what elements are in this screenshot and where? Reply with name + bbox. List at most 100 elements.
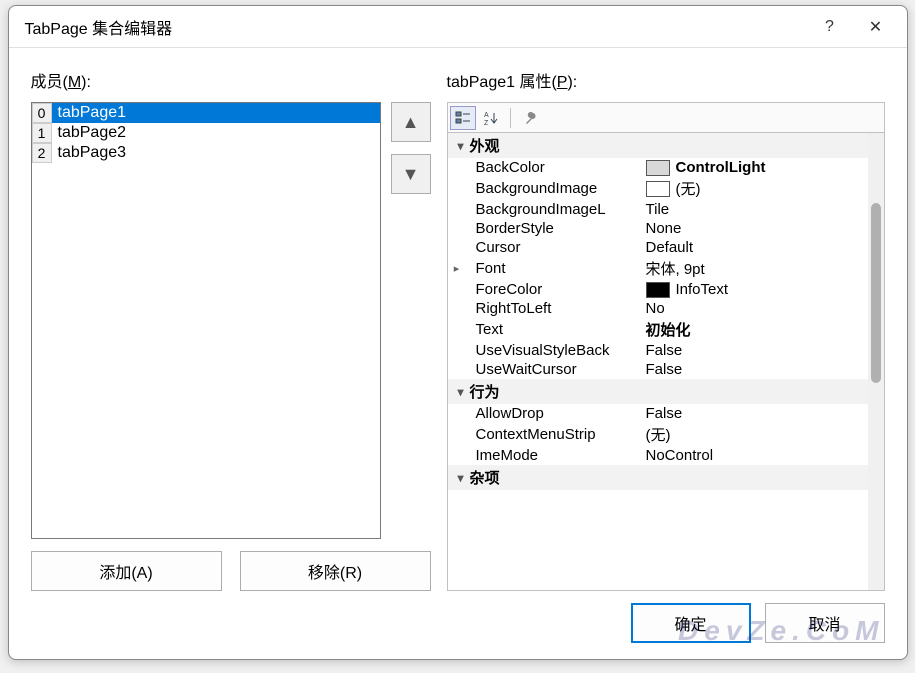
property-value[interactable]: Default (646, 239, 868, 256)
property-value[interactable]: (无) (646, 424, 868, 445)
property-name: UseVisualStyleBack (466, 342, 646, 359)
property-row[interactable]: CursorDefault (448, 238, 868, 257)
category-label: 行为 (470, 381, 500, 402)
chevron-down-icon: ▾ (452, 385, 470, 399)
properties-label: tabPage1 属性(P): (447, 68, 885, 92)
property-value-text: ControlLight (676, 159, 766, 176)
scrollbar[interactable] (868, 133, 884, 590)
dialog-content: 成员(M): 0tabPage11tabPage22tabPage3 ▲ ▼ 添… (9, 48, 907, 599)
color-swatch (646, 282, 670, 298)
property-value[interactable]: No (646, 300, 868, 317)
remove-button[interactable]: 移除(R) (240, 551, 431, 591)
property-name: BackgroundImageL (466, 201, 646, 218)
help-button[interactable]: ? (807, 11, 853, 43)
property-value[interactable]: 初始化 (646, 319, 868, 340)
ok-button[interactable]: 确定 (631, 603, 751, 643)
property-row[interactable]: BackColor ControlLight (448, 158, 868, 177)
property-name: AllowDrop (466, 405, 646, 422)
property-value[interactable]: False (646, 405, 868, 422)
property-value-text: InfoText (676, 281, 729, 298)
property-name: Cursor (466, 239, 646, 256)
property-name: Font (466, 260, 646, 277)
property-row[interactable]: RightToLeftNo (448, 299, 868, 318)
list-index: 1 (32, 123, 52, 143)
property-toolbar: AZ (447, 102, 885, 132)
cancel-button[interactable]: 取消 (765, 603, 885, 643)
svg-text:A: A (484, 112, 489, 119)
property-row[interactable]: Text初始化 (448, 318, 868, 341)
list-item[interactable]: 1tabPage2 (32, 123, 380, 143)
property-scroll-area[interactable]: ▾外观BackColor ControlLightBackgroundImage(… (448, 133, 868, 590)
svg-text:Z: Z (484, 120, 489, 126)
property-value[interactable]: InfoText (646, 281, 868, 298)
property-value[interactable]: Tile (646, 201, 868, 218)
list-item-label: tabPage1 (52, 103, 380, 123)
property-category[interactable]: ▾外观 (448, 133, 868, 158)
list-item[interactable]: 2tabPage3 (32, 143, 380, 163)
reorder-buttons: ▲ ▼ (391, 102, 431, 539)
chevron-down-icon: ▾ (452, 471, 470, 485)
property-category[interactable]: ▾行为 (448, 379, 868, 404)
property-value-text: False (646, 361, 683, 378)
scrollbar-thumb[interactable] (871, 203, 881, 383)
members-row: 0tabPage11tabPage22tabPage3 ▲ ▼ (31, 102, 431, 539)
move-down-button[interactable]: ▼ (391, 154, 431, 194)
property-name: ForeColor (466, 281, 646, 298)
dialog-footer: 确定 取消 DevZe.CoM (9, 599, 907, 659)
property-value-text: 宋体, 9pt (646, 258, 705, 279)
members-listbox[interactable]: 0tabPage11tabPage22tabPage3 (31, 102, 381, 539)
property-value[interactable]: (无) (646, 178, 868, 199)
property-name: BackColor (466, 159, 646, 176)
properties-panel: tabPage1 属性(P): AZ ▾外观BackColor ControlLi… (447, 68, 885, 591)
property-value-text: False (646, 405, 683, 422)
property-row[interactable]: UseWaitCursorFalse (448, 360, 868, 379)
property-value-text: Tile (646, 201, 670, 218)
property-value-text: 初始化 (646, 319, 691, 340)
arrow-up-icon: ▲ (402, 112, 420, 133)
property-row[interactable]: AllowDropFalse (448, 404, 868, 423)
property-value-text: (无) (676, 178, 701, 199)
property-value-text: False (646, 342, 683, 359)
property-value-text: Default (646, 239, 694, 256)
property-value-text: NoControl (646, 447, 714, 464)
close-button[interactable]: ✕ (853, 11, 899, 43)
property-name: RightToLeft (466, 300, 646, 317)
move-up-button[interactable]: ▲ (391, 102, 431, 142)
property-row[interactable]: ForeColor InfoText (448, 280, 868, 299)
titlebar: TabPage 集合编辑器 ? ✕ (9, 6, 907, 48)
property-row[interactable]: ▸Font宋体, 9pt (448, 257, 868, 280)
list-index: 2 (32, 143, 52, 163)
list-item-label: tabPage2 (52, 123, 380, 143)
property-grid: ▾外观BackColor ControlLightBackgroundImage(… (447, 132, 885, 591)
property-row[interactable]: ContextMenuStrip(无) (448, 423, 868, 446)
property-value[interactable]: False (646, 342, 868, 359)
list-item[interactable]: 0tabPage1 (32, 103, 380, 123)
property-row[interactable]: UseVisualStyleBackFalse (448, 341, 868, 360)
property-row[interactable]: ImeModeNoControl (448, 446, 868, 465)
wrench-icon (522, 110, 538, 126)
property-row[interactable]: BackgroundImageLTile (448, 200, 868, 219)
property-pages-button[interactable] (517, 106, 543, 130)
categorized-view-button[interactable] (450, 106, 476, 130)
property-value[interactable]: ControlLight (646, 159, 868, 176)
property-name: UseWaitCursor (466, 361, 646, 378)
dialog-title: TabPage 集合编辑器 (25, 15, 807, 39)
chevron-right-icon[interactable]: ▸ (448, 262, 466, 275)
category-label: 杂项 (470, 467, 500, 488)
property-category[interactable]: ▾杂项 (448, 465, 868, 490)
list-index: 0 (32, 103, 52, 123)
property-row[interactable]: BackgroundImage(无) (448, 177, 868, 200)
add-button[interactable]: 添加(A) (31, 551, 222, 591)
members-label: 成员(M): (31, 68, 431, 92)
property-value-text: (无) (646, 424, 671, 445)
property-name: ContextMenuStrip (466, 426, 646, 443)
property-row[interactable]: BorderStyleNone (448, 219, 868, 238)
property-value[interactable]: False (646, 361, 868, 378)
property-value[interactable]: NoControl (646, 447, 868, 464)
property-value[interactable]: 宋体, 9pt (646, 258, 868, 279)
categorized-icon (455, 110, 471, 126)
collection-editor-dialog: TabPage 集合编辑器 ? ✕ 成员(M): 0tabPage11tabPa… (8, 5, 908, 660)
alphabetical-view-button[interactable]: AZ (478, 106, 504, 130)
property-value[interactable]: None (646, 220, 868, 237)
property-name: ImeMode (466, 447, 646, 464)
